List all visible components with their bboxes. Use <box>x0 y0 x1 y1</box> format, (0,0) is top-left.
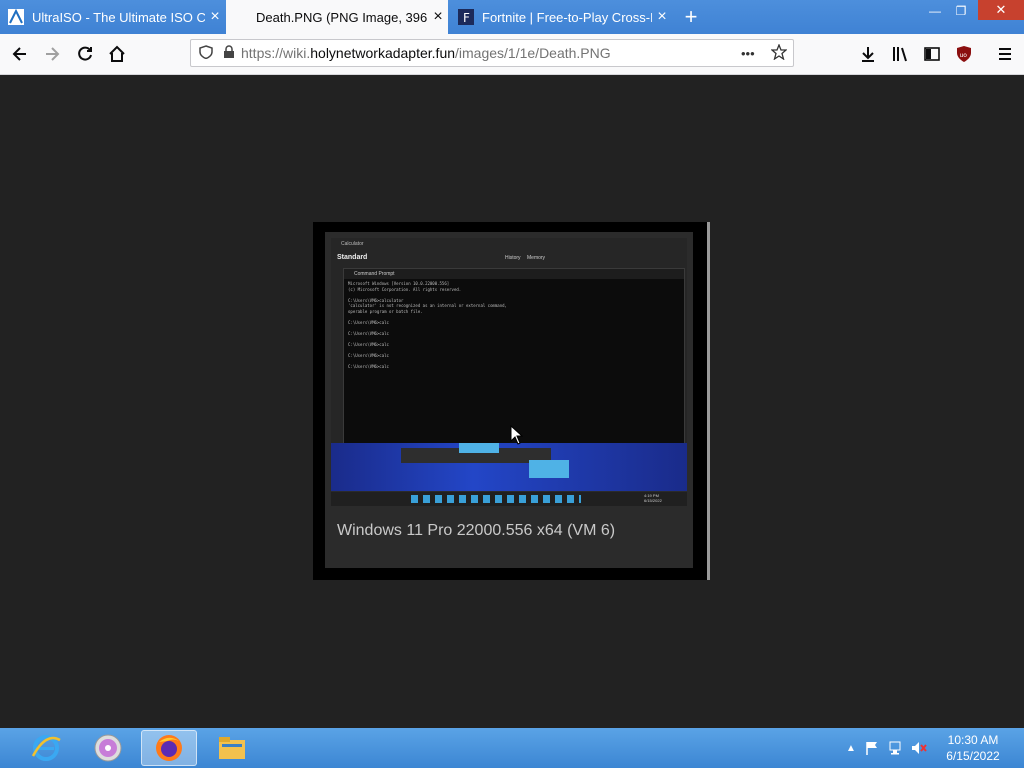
tab-strip: UltraISO - The Ultimate ISO CD × Death.P… <box>0 0 1024 34</box>
mouse-cursor-icon <box>510 425 524 445</box>
ultraiso-favicon-icon <box>8 8 24 25</box>
vm-taskbar-icons <box>411 495 581 503</box>
shield-icon[interactable] <box>199 44 213 62</box>
firefox-icon <box>156 735 182 761</box>
ublock-shield-icon: uo <box>957 46 971 62</box>
calculator-key-highlight <box>459 443 499 453</box>
sidebar-button[interactable] <box>918 40 946 68</box>
image-viewer[interactable]: Calculator Standard History Memory Comma… <box>313 222 710 580</box>
menu-button[interactable] <box>991 40 1019 68</box>
url-host: holynetworkadapter.fun <box>310 45 456 61</box>
home-button[interactable] <box>103 40 131 68</box>
forward-button[interactable] <box>38 40 66 68</box>
library-icon <box>893 47 907 62</box>
vm-taskbar-clock: 4:19 PM 6/15/2022 <box>644 493 662 503</box>
taskbar-clock[interactable]: 10:30 AM 6/15/2022 <box>938 732 1008 764</box>
calculator-history-tab: History <box>505 255 521 261</box>
download-icon <box>862 47 874 62</box>
internet-explorer-icon <box>31 735 61 761</box>
network-icon[interactable] <box>888 740 904 756</box>
bookmark-star-icon[interactable] <box>770 42 788 63</box>
command-prompt-output: Microsoft Windows [Version 10.0.22000.55… <box>348 281 507 369</box>
calculator-memory-tab: Memory <box>527 255 546 261</box>
internet-explorer-button[interactable] <box>18 730 74 766</box>
firefox-taskbar-button[interactable] <box>141 730 197 766</box>
svg-text:uo: uo <box>960 52 968 59</box>
reload-button[interactable] <box>71 40 99 68</box>
calculator-title: Calculator <box>341 241 364 247</box>
tab-ultraiso[interactable]: UltraISO - The Ultimate ISO CD × <box>0 0 225 34</box>
tab-close-icon[interactable]: × <box>205 8 225 26</box>
calculator-mode: Standard <box>337 254 368 261</box>
reload-icon <box>78 46 92 61</box>
maximize-button[interactable]: ❐ <box>946 0 976 22</box>
clock-date: 6/15/2022 <box>946 749 1000 763</box>
back-arrow-icon <box>12 47 26 61</box>
system-tray: ▲ <box>846 728 928 768</box>
folder-icon <box>219 737 245 759</box>
forward-arrow-icon <box>46 47 60 61</box>
navigation-toolbar: https://wiki. holynetworkadapter.fun/imag… <box>0 34 1024 75</box>
tab-close-icon[interactable]: × <box>428 8 448 26</box>
url-bar[interactable]: https://wiki. holynetworkadapter.fun/imag… <box>190 39 794 67</box>
library-button[interactable] <box>886 40 914 68</box>
new-tab-button[interactable]: + <box>676 0 706 34</box>
tab-title: Death.PNG (PNG Image, 396 × <box>256 9 428 25</box>
screenshot-image: Calculator Standard History Memory Comma… <box>325 232 693 568</box>
downloads-button[interactable] <box>854 40 882 68</box>
disc-icon <box>94 734 122 762</box>
file-explorer-button[interactable] <box>204 730 260 766</box>
calculator-equals-key <box>529 460 569 478</box>
ublock-button[interactable]: uo <box>950 40 978 68</box>
vm-taskbar: 4:19 PM 6/15/2022 <box>331 492 687 506</box>
clock-time: 10:30 AM <box>947 733 999 747</box>
sidebar-icon <box>924 47 940 61</box>
vm-screen: Calculator Standard History Memory Comma… <box>331 238 687 491</box>
url-prefix: https://wiki. <box>241 45 311 61</box>
tab-close-icon[interactable]: × <box>652 8 672 26</box>
lock-icon[interactable] <box>223 44 235 62</box>
fortnite-favicon-icon: F <box>458 9 474 25</box>
page-actions-menu-icon[interactable]: ••• <box>741 46 755 61</box>
command-prompt-window: Command Prompt Microsoft Windows [Versio… <box>343 268 685 450</box>
tab-title: Fortnite | Free-to-Play Cross-P <box>482 9 652 25</box>
ultraiso-taskbar-button[interactable] <box>80 730 136 766</box>
window-close-button[interactable]: ✕ <box>978 0 1024 20</box>
hamburger-menu-icon <box>999 48 1011 60</box>
url-path: /images/1/1e/Death.PNG <box>455 45 611 61</box>
image-caption: Windows 11 Pro 22000.556 x64 (VM 6) <box>337 522 616 539</box>
action-center-flag-icon[interactable] <box>864 740 880 756</box>
tab-fortnite[interactable]: F Fortnite | Free-to-Play Cross-P × <box>450 0 672 34</box>
home-icon <box>109 45 125 62</box>
volume-muted-icon[interactable] <box>910 740 928 756</box>
command-prompt-title: Command Prompt <box>344 269 684 279</box>
show-hidden-icons-icon[interactable]: ▲ <box>846 743 856 754</box>
tab-death-png[interactable]: Death.PNG (PNG Image, 396 × × <box>226 0 448 34</box>
svg-text:F: F <box>463 11 470 25</box>
windows-taskbar: ▲ 10:30 AM 6/15/2022 <box>0 728 1024 768</box>
page-content: Calculator Standard History Memory Comma… <box>0 75 1024 728</box>
image-scrollbar[interactable] <box>707 222 710 580</box>
back-button[interactable] <box>6 40 34 68</box>
tab-title: UltraISO - The Ultimate ISO CD <box>32 9 205 25</box>
